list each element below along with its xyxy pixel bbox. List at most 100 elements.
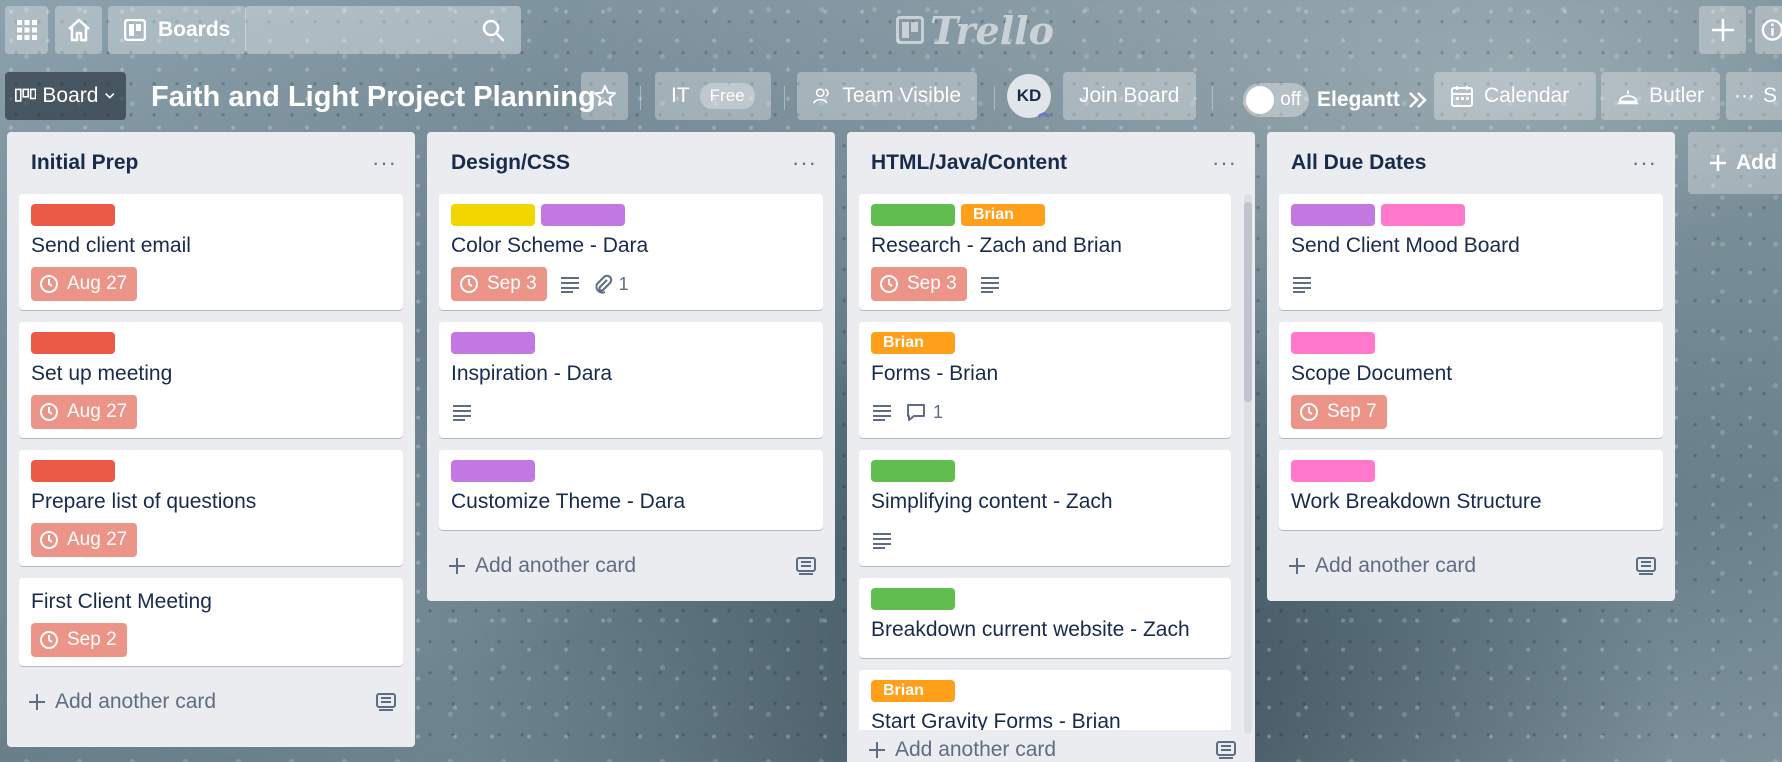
home-button[interactable] [55, 6, 102, 54]
card[interactable]: Customize Theme - Dara [439, 450, 823, 530]
attachment-count: 1 [618, 273, 629, 294]
header-divider [784, 86, 785, 110]
card-badges [451, 394, 811, 430]
card[interactable]: Scope Document Sep 7 [1279, 322, 1663, 438]
apps-switcher-button[interactable] [5, 6, 48, 54]
due-date-badge[interactable]: Aug 27 [31, 267, 138, 301]
card-template-icon[interactable] [375, 692, 397, 712]
add-card-button[interactable]: Add another card [427, 542, 835, 590]
trello-logo[interactable]: Trello [896, 8, 1054, 53]
elegantt-toggle[interactable]: off [1243, 83, 1309, 117]
due-date-text: Sep 3 [487, 273, 537, 294]
due-date-text: Sep 2 [67, 629, 117, 650]
card-label-yellow[interactable] [451, 204, 535, 226]
card[interactable]: Set up meeting Aug 27 [19, 322, 403, 438]
search-input[interactable] [255, 14, 455, 46]
card-template-icon[interactable] [795, 556, 817, 576]
card[interactable]: Color Scheme - Dara Sep 3 1 [439, 194, 823, 310]
due-date-badge[interactable]: Sep 7 [1291, 395, 1387, 429]
card-labels: Brian [871, 204, 1219, 226]
list-title[interactable]: Initial Prep [31, 151, 138, 175]
card-title: Customize Theme - Dara [451, 490, 686, 513]
card-badges: Aug 27 [31, 522, 391, 558]
card-label-pink[interactable] [1291, 460, 1375, 482]
card-labels [451, 204, 811, 226]
card-label-orange[interactable]: Brian [961, 204, 1045, 226]
comment-count: 1 [933, 401, 944, 422]
card-label-red[interactable] [31, 204, 115, 226]
visibility-button[interactable]: Team Visible [797, 72, 977, 120]
list-menu-icon[interactable]: ··· [1632, 150, 1657, 176]
card-template-icon[interactable] [1635, 556, 1657, 576]
add-list-button[interactable]: Add [1688, 132, 1782, 194]
due-date-badge[interactable]: Aug 27 [31, 395, 138, 429]
card-label-red[interactable] [31, 332, 115, 354]
card-label-green[interactable] [871, 460, 955, 482]
calendar-button[interactable]: Calendar [1434, 72, 1596, 120]
plus-icon [1711, 18, 1734, 42]
card-label-orange[interactable]: Brian [871, 680, 955, 702]
search-icon[interactable] [481, 18, 505, 42]
add-card-button[interactable]: Add another card [7, 678, 415, 726]
butler-button[interactable]: Butler [1601, 72, 1720, 120]
card-label-purple[interactable] [451, 332, 535, 354]
paperclip-icon [595, 274, 612, 294]
card-label-purple[interactable] [1291, 204, 1375, 226]
admin-chevron-icon: ︽ [1038, 107, 1049, 119]
add-card-button[interactable]: Add another card [1267, 542, 1675, 590]
join-board-button[interactable]: Join Board [1063, 72, 1196, 120]
description-icon [873, 405, 891, 421]
card[interactable]: Send client email Aug 27 [19, 194, 403, 310]
card-label-red[interactable] [31, 460, 115, 482]
board-view-switcher[interactable]: Board [5, 72, 126, 120]
card-list: Send client email Aug 27 Set up meeting … [7, 194, 415, 666]
create-button[interactable] [1699, 6, 1746, 54]
add-card-left: Add another card [447, 554, 636, 578]
due-date-badge[interactable]: Sep 3 [451, 267, 547, 301]
card-label-purple[interactable] [541, 204, 625, 226]
team-button[interactable]: IT Free [655, 72, 771, 120]
card-label-green[interactable] [871, 204, 955, 226]
member-avatar[interactable]: KD ︽ [1007, 74, 1051, 119]
list-title[interactable]: HTML/Java/Content [871, 151, 1067, 175]
board-title[interactable]: Faith and Light Project Planning [151, 76, 596, 118]
due-date-badge[interactable]: Sep 2 [31, 623, 127, 657]
card-title: Start Gravity Forms - Brian [871, 710, 1121, 730]
card[interactable]: Send Client Mood Board [1279, 194, 1663, 310]
star-board-button[interactable] [581, 72, 628, 120]
card-label-purple[interactable] [451, 460, 535, 482]
list-title[interactable]: Design/CSS [451, 151, 570, 175]
show-menu-button[interactable]: ··· S [1726, 72, 1782, 120]
due-date-badge[interactable]: Aug 27 [31, 523, 138, 557]
card[interactable]: Brian Research - Zach and Brian Sep 3 [859, 194, 1231, 310]
add-card-button[interactable]: Add another card [847, 730, 1255, 762]
card[interactable]: Brian Start Gravity Forms - Brian [859, 670, 1231, 730]
boards-button[interactable]: Boards [108, 6, 247, 54]
card[interactable]: Inspiration - Dara [439, 322, 823, 438]
plus-icon [1289, 558, 1305, 574]
card[interactable]: Breakdown current website - Zach [859, 578, 1231, 658]
card[interactable]: Work Breakdown Structure [1279, 450, 1663, 530]
list-menu-icon[interactable]: ··· [1212, 150, 1237, 176]
info-button[interactable] [1755, 6, 1782, 54]
card-labels: Brian [871, 680, 1219, 702]
elegantt-powerup[interactable]: off Elegantt [1243, 78, 1428, 122]
list-menu-icon[interactable]: ··· [372, 150, 397, 176]
card-label-green[interactable] [871, 588, 955, 610]
card-badges [1291, 266, 1651, 302]
card[interactable]: Brian Forms - Brian 1 [859, 322, 1231, 438]
due-date-badge[interactable]: Sep 3 [871, 267, 967, 301]
card-badges: 1 [871, 394, 1219, 430]
card-label-pink[interactable] [1381, 204, 1465, 226]
card-title: First Client Meeting [31, 590, 212, 613]
card[interactable]: Simplifying content - Zach [859, 450, 1231, 566]
card-label-pink[interactable] [1291, 332, 1375, 354]
card-template-icon[interactable] [1215, 740, 1237, 760]
card[interactable]: First Client Meeting Sep 2 [19, 578, 403, 666]
card[interactable]: Prepare list of questions Aug 27 [19, 450, 403, 566]
list-title[interactable]: All Due Dates [1291, 151, 1426, 175]
card-label-orange[interactable]: Brian [871, 332, 955, 354]
list-menu-icon[interactable]: ··· [792, 150, 817, 176]
search-field[interactable] [245, 6, 521, 54]
visibility-label: Team Visible [842, 84, 961, 107]
